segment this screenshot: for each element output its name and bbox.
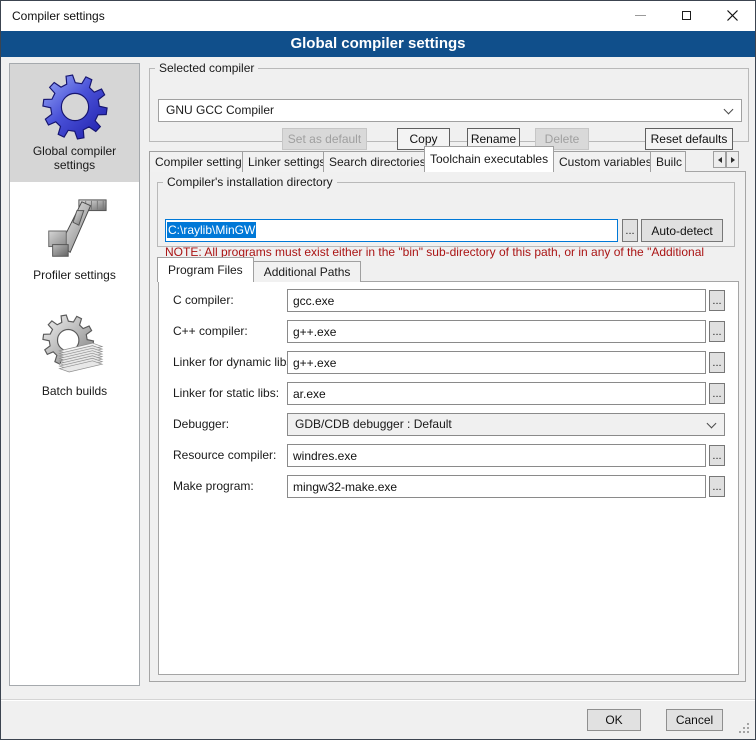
- close-icon: [727, 10, 738, 21]
- tab-linker-settings[interactable]: Linker settings: [242, 151, 324, 172]
- ok-button[interactable]: OK: [587, 709, 641, 731]
- debugger-combobox-value: GDB/CDB debugger : Default: [295, 414, 700, 435]
- field-row-linker-static: Linker for static libs: ...: [159, 382, 738, 405]
- sidebar-item-batch-builds[interactable]: Batch builds: [10, 312, 139, 406]
- titlebar: Compiler settings: [1, 1, 755, 31]
- make-program-input[interactable]: [287, 475, 706, 498]
- programs-subtabs: Program Files Additional Paths: [158, 257, 361, 282]
- cpp-compiler-input[interactable]: [287, 320, 706, 343]
- blue-gear-icon: [40, 72, 110, 142]
- browse-make-program-button[interactable]: ...: [709, 476, 725, 497]
- toolchain-executables-page: Compiler's installation directory C:\ray…: [149, 171, 746, 682]
- subtab-program-files[interactable]: Program Files: [157, 257, 254, 282]
- field-row-linker-dynamic: Linker for dynamic libs: ...: [159, 351, 738, 374]
- footer-divider: [1, 699, 755, 701]
- window-controls: [617, 1, 755, 30]
- field-row-make-program: Make program: ...: [159, 475, 738, 498]
- subtab-additional-paths[interactable]: Additional Paths: [253, 261, 362, 282]
- linker-dynamic-label: Linker for dynamic libs:: [173, 351, 296, 374]
- resource-compiler-label: Resource compiler:: [173, 444, 276, 467]
- selected-compiler-group: Selected compiler GNU GCC Compiler Set a…: [149, 61, 749, 142]
- tab-scroll-right-button[interactable]: [726, 151, 739, 168]
- maximize-button[interactable]: [663, 1, 709, 30]
- main-tabstrip: Compiler settings Linker settings Search…: [149, 146, 749, 172]
- auto-detect-button[interactable]: Auto-detect: [641, 219, 723, 242]
- settings-sidebar: Global compiler settings Profiler settin…: [9, 63, 140, 686]
- tab-build-options-clipped[interactable]: Builc: [650, 151, 686, 172]
- maximize-icon: [682, 11, 691, 20]
- browse-directory-button[interactable]: ...: [622, 219, 638, 242]
- make-program-label: Make program:: [173, 475, 254, 498]
- linker-static-input[interactable]: [287, 382, 706, 405]
- right-triangle-icon: [731, 157, 735, 163]
- dialog-header: Global compiler settings: [1, 31, 755, 57]
- compiler-settings-dialog: Compiler settings Global compiler settin…: [0, 0, 756, 740]
- browse-resource-compiler-button[interactable]: ...: [709, 445, 725, 466]
- debugger-combobox[interactable]: GDB/CDB debugger : Default: [287, 413, 725, 436]
- resize-grip-dots: [739, 723, 741, 725]
- resource-compiler-input[interactable]: [287, 444, 706, 467]
- installation-directory-legend: Compiler's installation directory: [163, 175, 337, 189]
- field-row-cpp-compiler: C++ compiler: ...: [159, 320, 738, 343]
- tab-compiler-settings[interactable]: Compiler settings: [149, 151, 243, 172]
- c-compiler-label: C compiler:: [173, 289, 234, 312]
- selected-compiler-legend: Selected compiler: [155, 61, 258, 75]
- installation-directory-input[interactable]: C:\raylib\MinGW: [165, 219, 618, 242]
- tab-scroll-left-button[interactable]: [713, 151, 726, 168]
- debugger-label: Debugger:: [173, 413, 229, 436]
- sidebar-item-label: Profiler settings: [10, 268, 139, 290]
- gray-gear-stack-icon: [40, 312, 110, 382]
- linker-static-label: Linker for static libs:: [173, 382, 279, 405]
- tabs-scroll-area: Compiler settings Linker settings Search…: [149, 146, 711, 172]
- field-row-resource-compiler: Resource compiler: ...: [159, 444, 738, 467]
- cancel-button[interactable]: Cancel: [666, 709, 723, 731]
- caliper-icon: [40, 196, 110, 266]
- sidebar-item-label: Global compiler settings: [10, 144, 139, 180]
- tab-toolchain-executables[interactable]: Toolchain executables: [424, 146, 554, 172]
- tab-custom-variables[interactable]: Custom variables: [553, 151, 651, 172]
- installation-directory-group: Compiler's installation directory C:\ray…: [157, 175, 735, 247]
- field-row-c-compiler: C compiler: ...: [159, 289, 738, 312]
- left-triangle-icon: [718, 157, 722, 163]
- compiler-combobox-value: GNU GCC Compiler: [166, 100, 717, 121]
- minimize-icon: [635, 15, 646, 16]
- window-title: Compiler settings: [12, 1, 105, 31]
- program-files-panel: C compiler: ... C++ compiler: ... Linker…: [158, 281, 739, 675]
- browse-linker-dynamic-button[interactable]: ...: [709, 352, 725, 373]
- cpp-compiler-label: C++ compiler:: [173, 320, 248, 343]
- compiler-combobox[interactable]: GNU GCC Compiler: [158, 99, 742, 122]
- tab-search-directories[interactable]: Search directories: [323, 151, 425, 172]
- browse-c-compiler-button[interactable]: ...: [709, 290, 725, 311]
- resize-grip[interactable]: [739, 723, 750, 734]
- field-row-debugger: Debugger: GDB/CDB debugger : Default: [159, 413, 738, 436]
- minimize-button[interactable]: [617, 1, 663, 30]
- close-button[interactable]: [709, 1, 755, 30]
- linker-dynamic-input[interactable]: [287, 351, 706, 374]
- sidebar-item-profiler-settings[interactable]: Profiler settings: [10, 182, 139, 290]
- c-compiler-input[interactable]: [287, 289, 706, 312]
- sidebar-item-label: Batch builds: [10, 384, 139, 406]
- sidebar-item-global-compiler-settings[interactable]: Global compiler settings: [10, 64, 139, 182]
- browse-linker-static-button[interactable]: ...: [709, 383, 725, 404]
- browse-cpp-compiler-button[interactable]: ...: [709, 321, 725, 342]
- selected-path-text: C:\raylib\MinGW: [167, 222, 256, 238]
- chevron-down-icon: [724, 105, 734, 115]
- chevron-down-icon: [707, 419, 717, 429]
